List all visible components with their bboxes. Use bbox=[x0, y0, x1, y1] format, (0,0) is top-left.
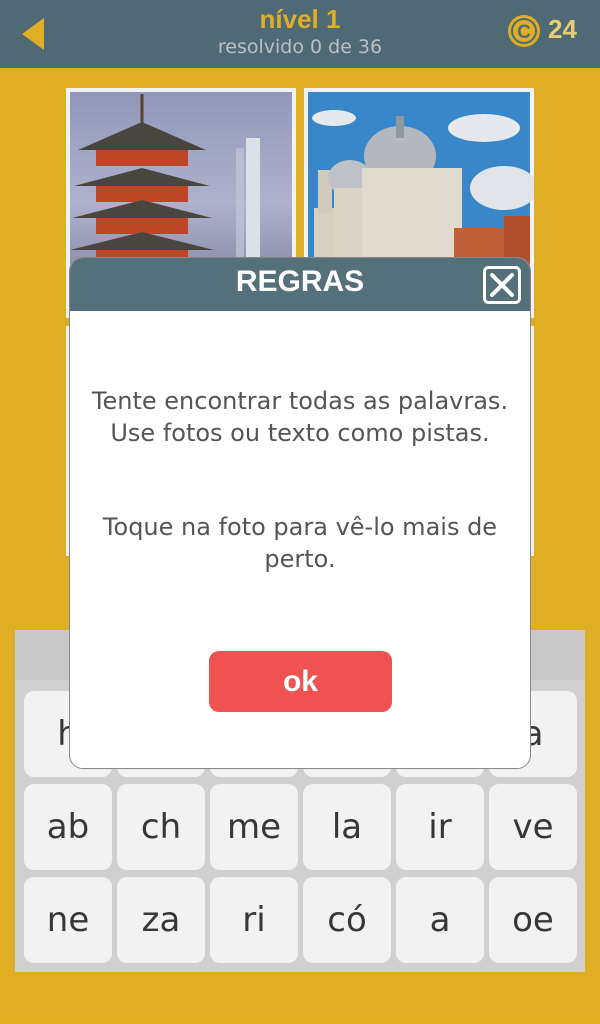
rules-text-2: Toque na foto para vê-lo mais de perto. bbox=[102, 513, 498, 573]
rules-dialog: REGRAS Tente encontrar todas as palavras… bbox=[69, 257, 531, 769]
rules-text-1: Tente encontrar todas as palavras. Use f… bbox=[91, 387, 509, 447]
ok-button[interactable]: ok bbox=[209, 651, 392, 712]
dialog-title: REGRAS bbox=[235, 265, 365, 298]
close-icon[interactable] bbox=[483, 266, 521, 304]
dialog-header: REGRAS bbox=[70, 258, 530, 311]
